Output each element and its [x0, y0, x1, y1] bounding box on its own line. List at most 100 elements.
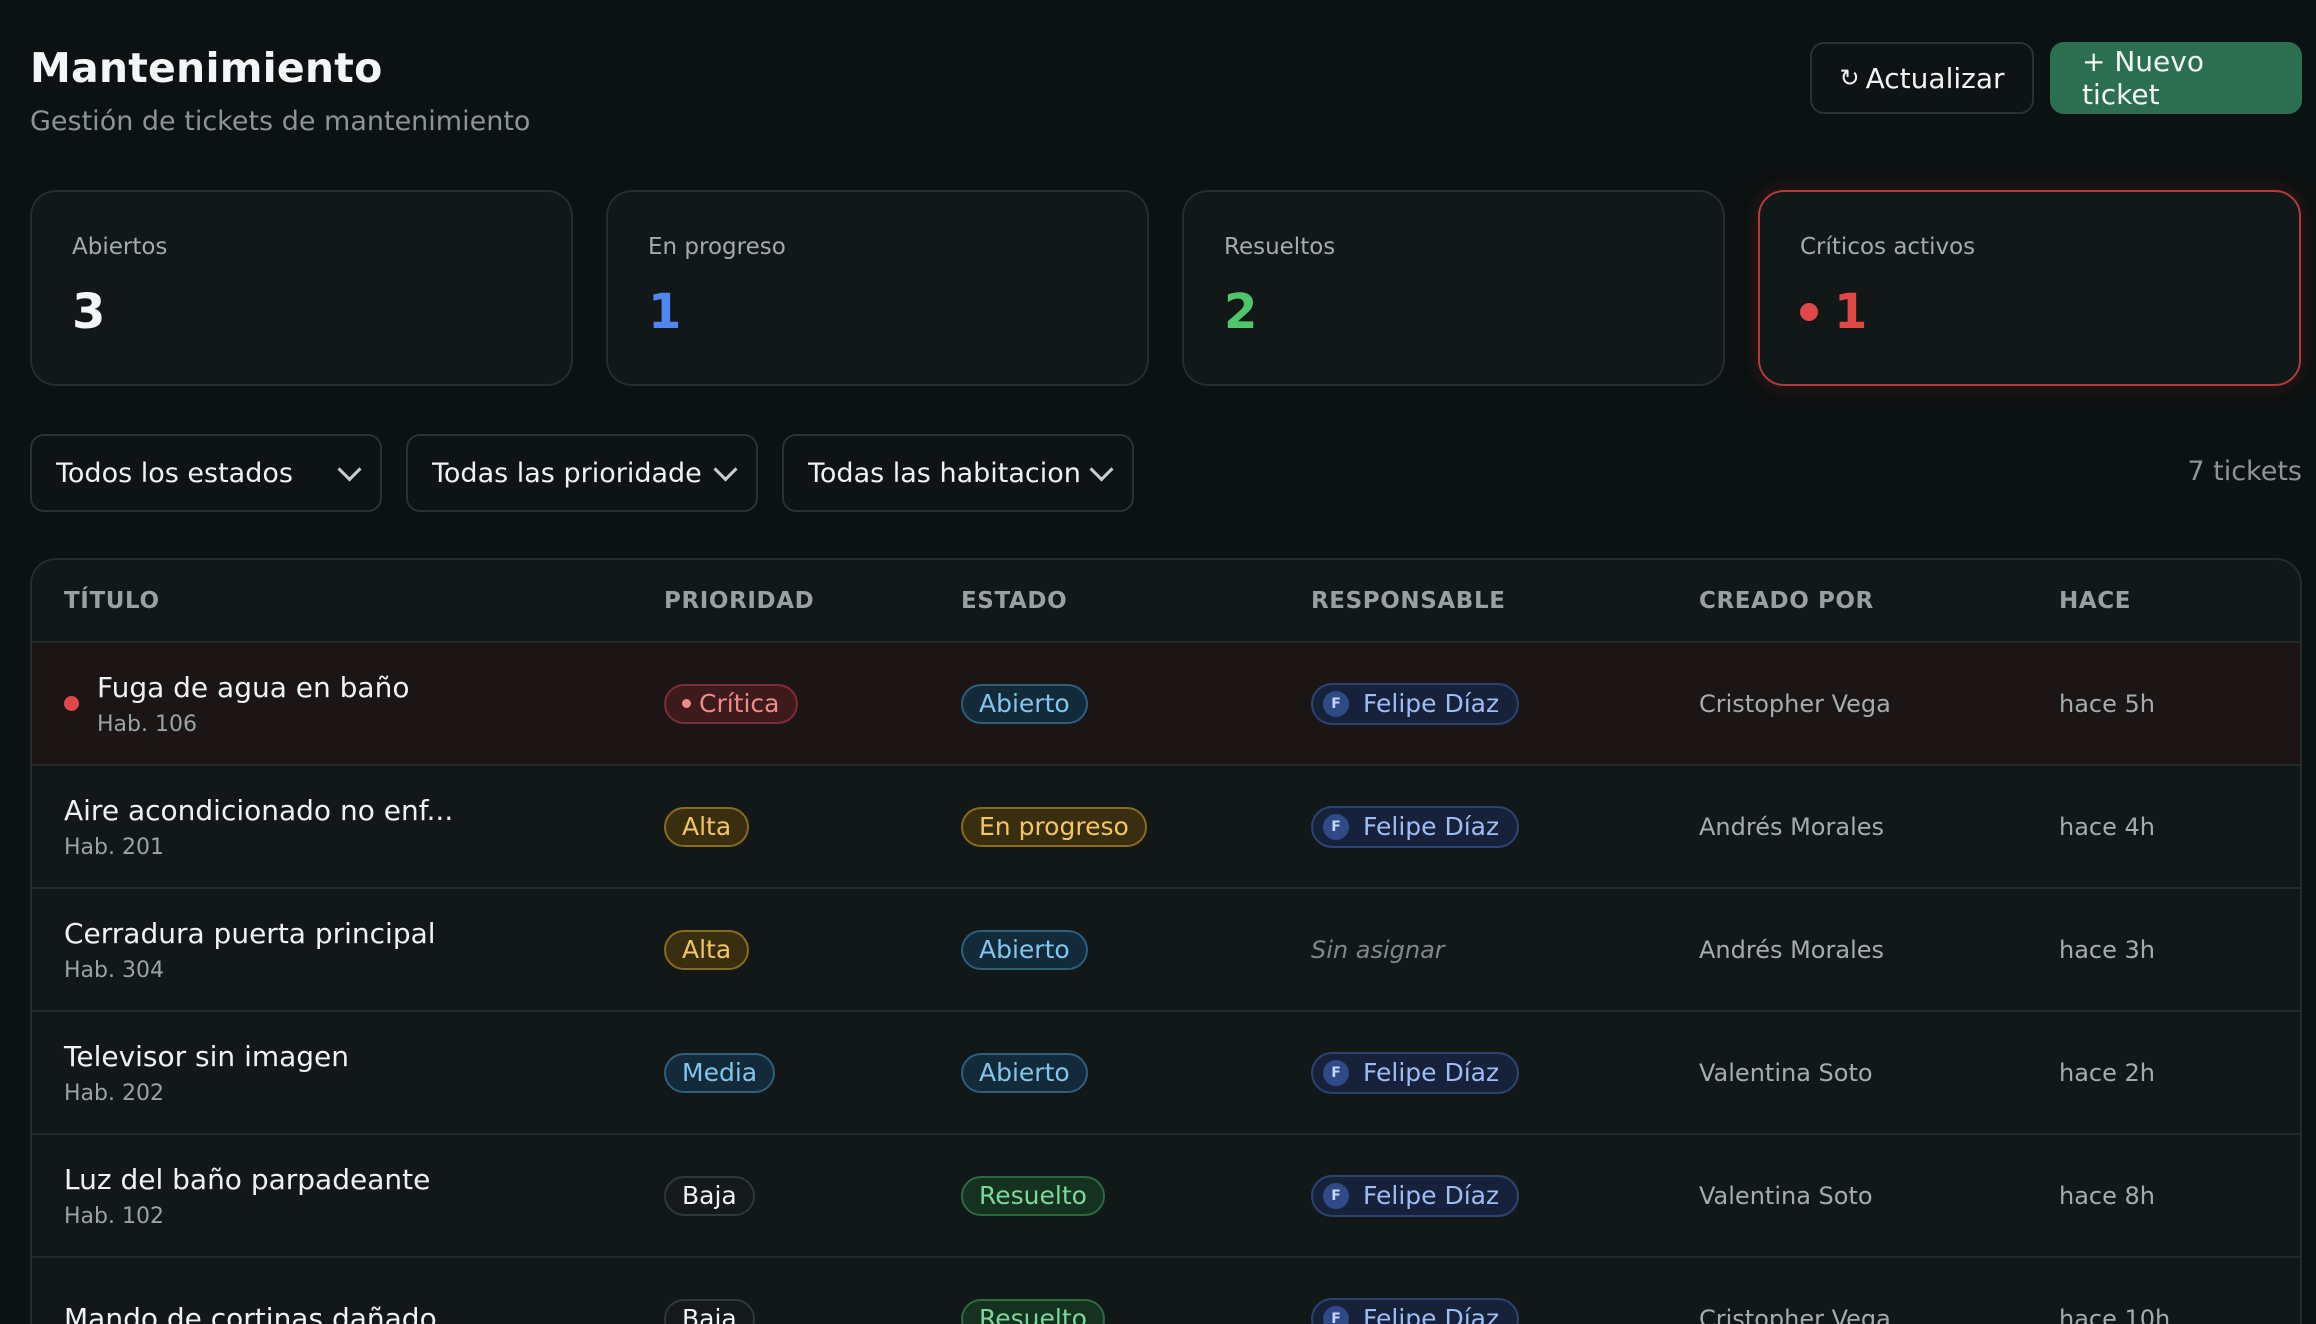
- assignee-cell: F Felipe Díaz: [1311, 1011, 1699, 1134]
- priority-cell: Media: [664, 1011, 961, 1134]
- ticket-title[interactable]: Cerradura puerta principal: [64, 917, 436, 950]
- status-filter-select[interactable]: Todos los estados: [30, 434, 382, 512]
- stat-card-open: Abiertos 3: [30, 190, 573, 386]
- stat-value: 1: [648, 284, 681, 340]
- time-ago: hace 3h: [2059, 935, 2155, 964]
- assignee-name: Felipe Díaz: [1363, 1304, 1500, 1324]
- ticket-title[interactable]: Televisor sin imagen: [64, 1040, 349, 1073]
- creator-cell: Cristopher Vega: [1699, 642, 2059, 765]
- ticket-room: Hab. 106: [97, 711, 197, 737]
- ticket-room: Hab. 304: [64, 957, 164, 983]
- title-cell: Aire acondicionado no enf... Hab. 201: [32, 765, 664, 888]
- avatar: F: [1323, 1059, 1349, 1086]
- title-cell: Televisor sin imagen Hab. 202: [32, 1011, 664, 1134]
- priority-cell: Baja: [664, 1257, 961, 1324]
- title-cell-content: Cerradura puerta principal Hab. 304: [64, 917, 664, 983]
- column-header-priority[interactable]: PRIORIDAD: [664, 560, 961, 643]
- status-cell: Resuelto: [961, 1134, 1311, 1257]
- status-cell: En progreso: [961, 765, 1311, 888]
- assignee-cell: Sin asignar: [1311, 888, 1699, 1011]
- stat-value: 1: [1800, 284, 1867, 340]
- title-cell-content: Aire acondicionado no enf... Hab. 201: [64, 794, 664, 860]
- column-header-assignee[interactable]: RESPONSABLE: [1311, 560, 1699, 643]
- title-cell: Fuga de agua en baño Hab. 106: [32, 642, 664, 765]
- ago-cell: hace 8h: [2059, 1134, 2300, 1257]
- title-cell-content: Mando de cortinas dañado: [64, 1302, 664, 1324]
- ago-cell: hace 3h: [2059, 888, 2300, 1011]
- time-ago: hace 4h: [2059, 812, 2155, 841]
- assignee-name: Felipe Díaz: [1363, 812, 1500, 841]
- ticket-room: Hab. 102: [64, 1203, 164, 1229]
- table-row[interactable]: Aire acondicionado no enf... Hab. 201 Al…: [32, 765, 2300, 888]
- critical-dot-icon: [64, 696, 79, 711]
- ticket-title[interactable]: Mando de cortinas dañado: [64, 1302, 437, 1324]
- ticket-room: Hab. 201: [64, 834, 164, 860]
- ticket-title[interactable]: Luz del baño parpadeante: [64, 1163, 430, 1196]
- table-row[interactable]: Luz del baño parpadeante Hab. 102 Baja R…: [32, 1134, 2300, 1257]
- title-block: Mando de cortinas dañado: [64, 1302, 437, 1324]
- stat-value: 3: [72, 284, 105, 340]
- table-row[interactable]: Cerradura puerta principal Hab. 304 Alta…: [32, 888, 2300, 1011]
- stat-card-critical: Críticos activos 1: [1758, 190, 2301, 386]
- avatar: F: [1323, 690, 1349, 717]
- assignee-cell: F Felipe Díaz: [1311, 1257, 1699, 1324]
- stat-value-number: 2: [1224, 284, 1258, 340]
- creator-name: Cristopher Vega: [1699, 1304, 1891, 1324]
- title-block: Luz del baño parpadeante Hab. 102: [64, 1163, 430, 1229]
- title-block: Televisor sin imagen Hab. 202: [64, 1040, 349, 1106]
- title-cell-content: Luz del baño parpadeante Hab. 102: [64, 1163, 664, 1229]
- ticket-count: 7 tickets: [2187, 456, 2302, 487]
- assignee-chip[interactable]: F Felipe Díaz: [1311, 682, 1520, 725]
- table-row[interactable]: Televisor sin imagen Hab. 202 Media Abie…: [32, 1011, 2300, 1134]
- creator-cell: Valentina Soto: [1699, 1011, 2059, 1134]
- priority-cell: Crítica: [664, 642, 961, 765]
- priority-label: Crítica: [699, 689, 780, 718]
- refresh-icon: ↻: [1839, 64, 1860, 92]
- filter-bar: Todos los estados Todas las prioridades …: [30, 434, 1134, 512]
- creator-cell: Andrés Morales: [1699, 765, 2059, 888]
- table-row[interactable]: Mando de cortinas dañado Baja Resuelto F…: [32, 1257, 2300, 1324]
- stat-label: Abiertos: [72, 234, 168, 260]
- priority-badge: Alta: [664, 806, 750, 847]
- chevron-down-icon: [1089, 456, 1114, 482]
- header-actions: ↻ Actualizar + Nuevo ticket: [1810, 42, 2302, 114]
- assignee-chip[interactable]: F Felipe Díaz: [1311, 1174, 1520, 1217]
- assignee-chip[interactable]: F Felipe Díaz: [1311, 805, 1520, 848]
- assignee-chip[interactable]: F Felipe Díaz: [1311, 1051, 1520, 1094]
- column-header-creator[interactable]: CREADO POR: [1699, 560, 2059, 643]
- ticket-title[interactable]: Fuga de agua en baño: [97, 671, 409, 704]
- assignee-name: Felipe Díaz: [1363, 1058, 1500, 1087]
- status-cell: Abierto: [961, 1011, 1311, 1134]
- new-ticket-button[interactable]: + Nuevo ticket: [2050, 42, 2302, 114]
- critical-dot-icon: [1800, 303, 1818, 321]
- status-cell: Abierto: [961, 888, 1311, 1011]
- column-header-title[interactable]: TÍTULO: [32, 560, 664, 643]
- status-badge: En progreso: [961, 806, 1147, 847]
- priority-filter-select[interactable]: Todas las prioridades: [406, 434, 758, 512]
- ticket-title[interactable]: Aire acondicionado no enf...: [64, 794, 453, 827]
- room-filter-select[interactable]: Todas las habitaciones: [782, 434, 1134, 512]
- stat-value-number: 3: [72, 284, 106, 340]
- table-row[interactable]: Fuga de agua en baño Hab. 106 Crítica Ab…: [32, 642, 2300, 765]
- ago-cell: hace 2h: [2059, 1011, 2300, 1134]
- avatar: F: [1323, 1305, 1349, 1324]
- priority-label: Alta: [682, 935, 732, 964]
- chevron-down-icon: [713, 456, 738, 482]
- refresh-label: Actualizar: [1865, 61, 2005, 95]
- column-header-ago[interactable]: HACE: [2059, 560, 2300, 643]
- priority-filter-value: Todas las prioridades: [432, 457, 703, 489]
- assignee-chip[interactable]: F Felipe Díaz: [1311, 1297, 1520, 1324]
- status-badge: Abierto: [961, 929, 1088, 970]
- column-header-status[interactable]: ESTADO: [961, 560, 1311, 643]
- priority-cell: Alta: [664, 765, 961, 888]
- creator-cell: Cristopher Vega: [1699, 1257, 2059, 1324]
- refresh-button[interactable]: ↻ Actualizar: [1810, 42, 2034, 114]
- priority-cell: Alta: [664, 888, 961, 1011]
- priority-badge: Crítica: [664, 683, 798, 724]
- status-filter-value: Todos los estados: [56, 457, 293, 489]
- assignee-cell: F Felipe Díaz: [1311, 1134, 1699, 1257]
- status-badge: Resuelto: [961, 1298, 1105, 1324]
- table-header-row: TÍTULO PRIORIDAD ESTADO RESPONSABLE CREA…: [32, 560, 2300, 643]
- page-subtitle: Gestión de tickets de mantenimiento: [30, 106, 531, 137]
- status-cell: Abierto: [961, 642, 1311, 765]
